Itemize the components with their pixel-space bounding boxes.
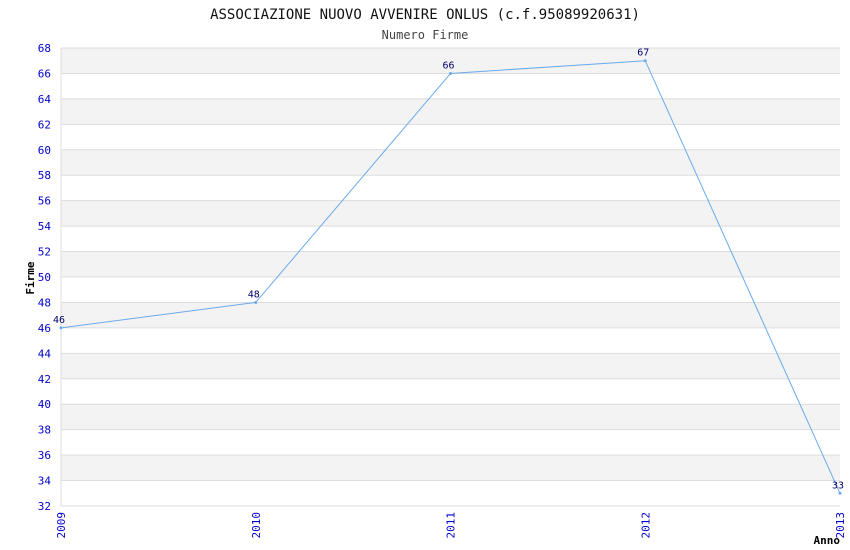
y-tick-label: 32 [38, 500, 51, 513]
data-label: 66 [442, 60, 454, 71]
x-axis-label: Anno [814, 534, 841, 547]
x-tick-label: 2011 [445, 512, 458, 539]
y-tick-label: 42 [38, 373, 51, 386]
y-tick-label: 50 [38, 271, 51, 284]
data-label: 48 [248, 289, 260, 300]
data-point [643, 59, 647, 63]
x-tick-label: 2010 [250, 512, 263, 539]
y-tick-label: 68 [38, 42, 51, 55]
y-tick-label: 36 [38, 449, 51, 462]
y-tick-label: 34 [38, 475, 52, 488]
data-point [254, 300, 258, 304]
x-axis-ticks: 2009 2010 2011 2012 2013 [55, 512, 847, 539]
data-point [449, 71, 452, 75]
data-label: 33 [832, 480, 844, 491]
data-point [838, 491, 842, 495]
grid-band [61, 302, 840, 328]
y-tick-label: 60 [38, 144, 51, 157]
y-tick-label: 52 [38, 246, 51, 259]
chart-subtitle: Numero Firme [382, 28, 469, 42]
y-axis-label: Firme [24, 261, 37, 294]
y-tick-label: 56 [38, 195, 51, 208]
grid-band [61, 404, 840, 430]
y-tick-label: 38 [38, 424, 51, 437]
chart-title: ASSOCIAZIONE NUOVO AVVENIRE ONLUS (c.f.9… [210, 7, 640, 23]
grid-band [61, 200, 840, 227]
y-tick-label: 58 [38, 169, 51, 182]
y-tick-label: 54 [38, 220, 52, 233]
data-label: 67 [637, 48, 649, 59]
y-tick-label: 66 [38, 67, 51, 80]
y-tick-label: 40 [38, 398, 51, 411]
data-label: 46 [53, 315, 65, 326]
y-tick-label: 48 [38, 296, 51, 309]
x-tick-label: 2012 [639, 512, 652, 539]
line-chart: 32343638404244464850525456586062646668 2… [24, 7, 847, 547]
y-tick-label: 44 [38, 347, 52, 360]
y-tick-label: 62 [38, 118, 51, 131]
x-tick-label: 2009 [55, 512, 68, 539]
y-tick-label: 64 [38, 93, 52, 106]
grid-band [61, 455, 840, 481]
grid-bands [61, 48, 840, 481]
data-point [59, 326, 63, 330]
grid-band [61, 353, 840, 379]
grid-band [61, 98, 840, 125]
grid-band [61, 251, 840, 277]
y-axis-ticks: 32 34 36 38 40 42 44 46 48 50 52 54 56 58 60 62 64 66 68 [38, 42, 52, 513]
grid-band [61, 149, 840, 176]
y-tick-label: 46 [38, 322, 51, 335]
